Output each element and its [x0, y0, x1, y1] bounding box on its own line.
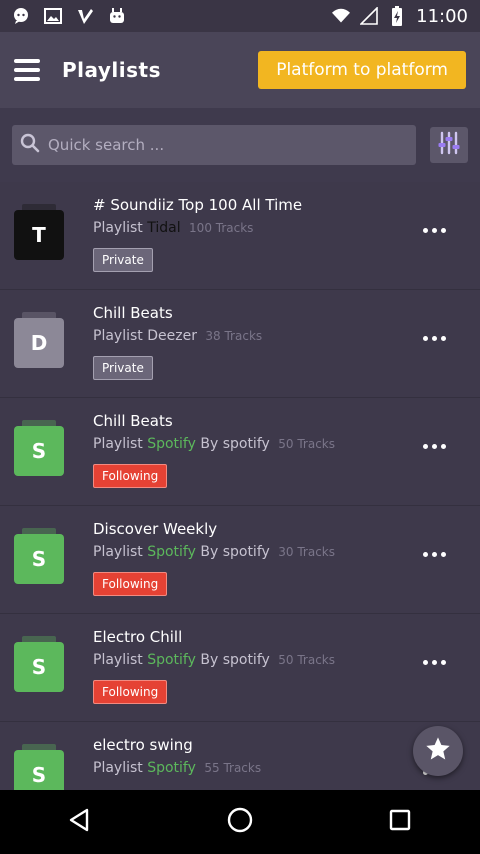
home-circle-icon — [226, 806, 254, 838]
more-horizontal-icon[interactable] — [423, 552, 446, 557]
playlist-meta: Playlist Tidal 100 Tracks — [93, 220, 253, 236]
playlist-platform: Spotify — [147, 544, 196, 560]
playlist-type: Playlist — [93, 652, 143, 668]
playlist-title: # Soundiiz Top 100 All Time — [93, 196, 303, 214]
status-time: 11:00 — [416, 5, 468, 27]
image-icon — [44, 7, 62, 25]
track-count: 55 Tracks — [204, 761, 262, 775]
battery-icon — [388, 6, 406, 26]
hamburger-icon[interactable] — [14, 59, 40, 81]
track-count: 38 Tracks — [205, 329, 263, 343]
track-count: 50 Tracks — [278, 437, 335, 451]
playlist-type: Playlist — [93, 436, 143, 452]
playlist-type: Playlist — [93, 760, 143, 776]
status-badge: Private — [93, 356, 153, 380]
playlist-title: electro swing — [93, 736, 193, 754]
playlist-platform: Spotify — [147, 652, 196, 668]
system-nav-bar — [0, 790, 480, 854]
playlist-meta: Playlist Spotify 55 Tracks — [93, 760, 261, 776]
equalizer-icon — [436, 130, 462, 160]
avatar: S — [14, 420, 64, 476]
recents-button[interactable] — [370, 792, 430, 852]
playlist-owner: By spotify — [200, 652, 270, 668]
playlist-title: Chill Beats — [93, 412, 173, 430]
playlist-platform: Tidal — [147, 220, 181, 236]
status-badge[interactable]: Following — [93, 464, 168, 488]
star-icon — [424, 735, 452, 767]
list-item[interactable]: S electro swing Playlist Spotify 55 Trac… — [0, 722, 480, 790]
back-triangle-icon — [67, 807, 93, 837]
playlist-owner: By spotify — [200, 436, 270, 452]
playlist-title: Discover Weekly — [93, 520, 218, 538]
playlist-type: Playlist — [93, 220, 143, 236]
avatar: S — [14, 744, 64, 790]
avatar: S — [14, 636, 64, 692]
status-badge[interactable]: Following — [93, 572, 168, 596]
avatar: S — [14, 528, 64, 584]
search-box[interactable] — [12, 125, 416, 165]
playlist-title: Electro Chill — [93, 628, 183, 646]
playlist-platform: Deezer — [147, 328, 197, 344]
list-item[interactable]: T # Soundiiz Top 100 All Time Playlist T… — [0, 182, 480, 290]
filter-button[interactable] — [430, 127, 468, 163]
playlist-meta: Playlist Spotify By spotify 30 Tracks — [93, 544, 335, 560]
more-horizontal-icon[interactable] — [423, 444, 446, 449]
signal-icon — [360, 7, 378, 25]
search-icon — [20, 133, 40, 157]
search-input[interactable] — [48, 136, 388, 154]
status-badge: Private — [93, 248, 153, 272]
list-item[interactable]: D Chill Beats Playlist Deezer 38 Tracks … — [0, 290, 480, 398]
back-button[interactable] — [50, 792, 110, 852]
status-bar: 11:00 — [0, 0, 480, 32]
playlist-title: Chill Beats — [93, 304, 173, 322]
track-count: 50 Tracks — [278, 653, 335, 667]
playlist-owner: By spotify — [200, 544, 270, 560]
avatar: D — [14, 312, 64, 368]
playlist-meta: Playlist Spotify By spotify 50 Tracks — [93, 652, 335, 668]
wifi-icon — [332, 7, 351, 25]
platform-to-platform-button[interactable]: Platform to platform — [258, 51, 466, 89]
page-title: Playlists — [62, 58, 162, 82]
chat-bubble-icon — [12, 7, 30, 25]
check-icon — [76, 7, 94, 25]
track-count: 100 Tracks — [189, 221, 254, 235]
list-item[interactable]: S Chill Beats Playlist Spotify By spotif… — [0, 398, 480, 506]
playlist-type: Playlist — [93, 544, 143, 560]
playlist-meta: Playlist Deezer 38 Tracks — [93, 328, 262, 344]
app-bar: Playlists Platform to platform — [0, 32, 480, 108]
playlist-platform: Spotify — [147, 760, 196, 776]
more-horizontal-icon[interactable] — [423, 660, 446, 665]
recents-square-icon — [388, 808, 412, 836]
search-row — [0, 108, 480, 182]
list-item[interactable]: S Discover Weekly Playlist Spotify By sp… — [0, 506, 480, 614]
playlist-meta: Playlist Spotify By spotify 50 Tracks — [93, 436, 335, 452]
home-button[interactable] — [210, 792, 270, 852]
track-count: 30 Tracks — [278, 545, 335, 559]
list-item[interactable]: S Electro Chill Playlist Spotify By spot… — [0, 614, 480, 722]
android-icon — [108, 7, 126, 25]
favorites-fab[interactable] — [413, 726, 463, 776]
avatar: T — [14, 204, 64, 260]
playlist-type: Playlist — [93, 328, 143, 344]
playlist-list: T # Soundiiz Top 100 All Time Playlist T… — [0, 182, 480, 790]
playlist-platform: Spotify — [147, 436, 196, 452]
more-horizontal-icon[interactable] — [423, 336, 446, 341]
status-badge[interactable]: Following — [93, 680, 168, 704]
more-horizontal-icon[interactable] — [423, 228, 446, 233]
